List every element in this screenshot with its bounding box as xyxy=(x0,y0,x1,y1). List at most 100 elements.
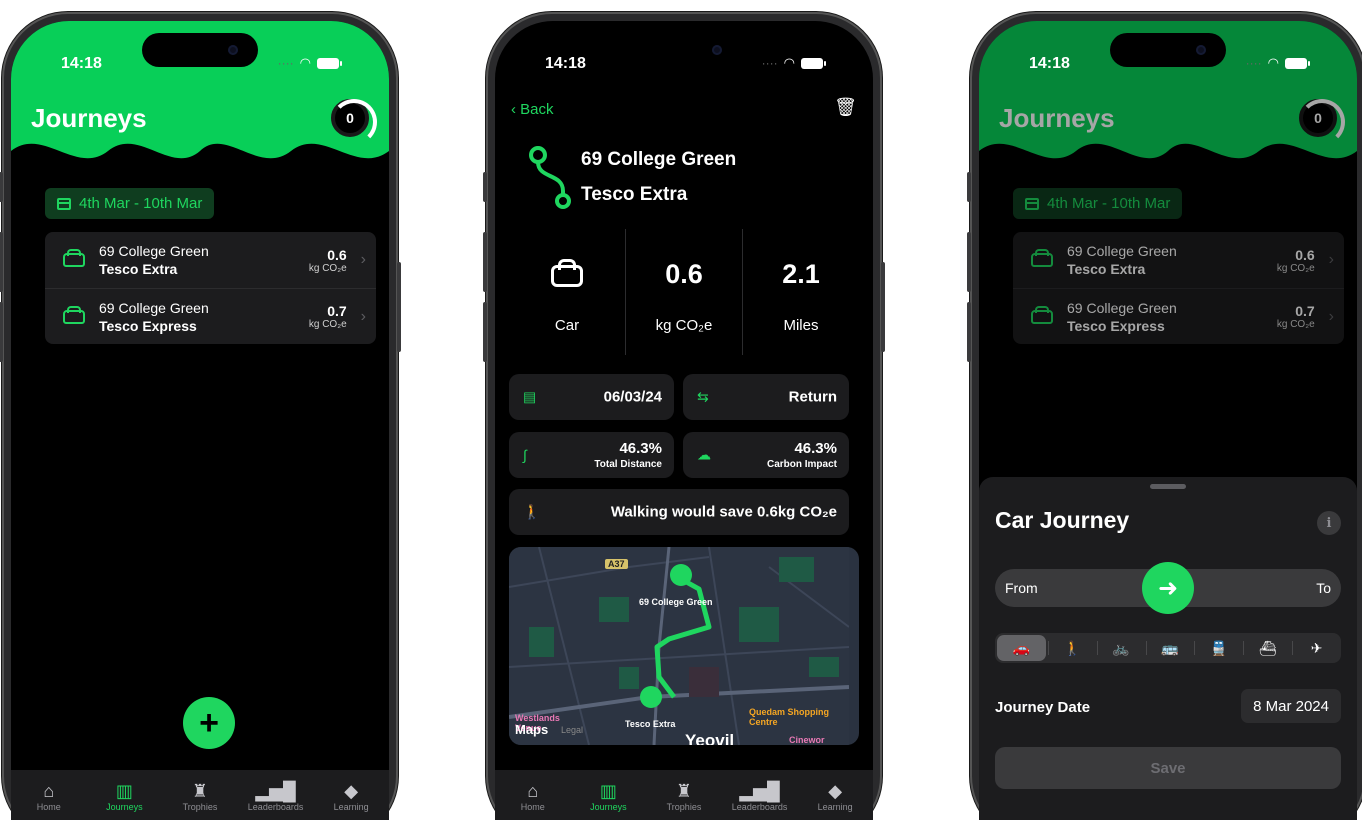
info-icon[interactable]: i xyxy=(1317,511,1341,535)
back-button[interactable]: ‹ Back xyxy=(511,101,554,118)
car-icon xyxy=(551,259,583,287)
status-time: 14:18 xyxy=(545,55,586,72)
swap-arrows-icon: ⇆ xyxy=(697,388,709,405)
walk-icon[interactable]: 🚶 xyxy=(1047,633,1097,663)
bike-icon[interactable]: 🚲 xyxy=(1096,633,1146,663)
journey-row[interactable]: 69 College Green Tesco Express 0.7 kg CO… xyxy=(45,288,376,344)
carbon-impact-label: Carbon Impact xyxy=(766,459,837,470)
score-value: 0 xyxy=(346,110,354,126)
date-card[interactable]: ▤ 06/03/24 xyxy=(509,374,674,420)
emission-unit: kg CO₂e xyxy=(655,317,713,334)
arrow-right-icon[interactable]: ➜ xyxy=(1142,562,1194,614)
walking-tip-card: 🚶 Walking would save 0.6kg CO₂e xyxy=(509,489,849,535)
tab-journeys[interactable]: ▥ Journeys xyxy=(575,780,641,820)
journey-date: 06/03/24 xyxy=(603,388,662,406)
calendar-icon xyxy=(57,197,71,210)
carbon-impact-card: ☁ 46.3% Carbon Impact xyxy=(683,432,849,478)
journey-row[interactable]: 69 College Green Tesco Extra 0.6 kg CO₂e… xyxy=(45,232,376,288)
journey-to: Tesco Express xyxy=(99,317,197,334)
tab-label: Trophies xyxy=(666,802,702,812)
from-field[interactable]: From xyxy=(1005,580,1038,596)
tab-trophies[interactable]: ♜ Trophies xyxy=(167,780,233,820)
to-field[interactable]: To xyxy=(1316,580,1331,596)
car-icon xyxy=(63,305,85,324)
tab-trophies[interactable]: ♜ Trophies xyxy=(651,780,717,820)
stats-row: Car 0.6 kg CO₂e 2.1 Miles xyxy=(509,229,859,355)
screen: 14:18 ···· ◠ Journeys 0 4th Mar - 10th Ma… xyxy=(11,21,389,820)
signal-icon: ···· xyxy=(761,56,778,70)
poi-label: Cinewor xyxy=(789,735,825,745)
car-icon[interactable]: 🚗 xyxy=(997,635,1046,661)
legal-link[interactable]: Legal xyxy=(561,725,583,735)
from-to-selector: From ➜ To xyxy=(995,562,1341,614)
map-icon: ▥ xyxy=(115,781,133,801)
route-to: Tesco Extra xyxy=(581,184,688,205)
score-ring[interactable]: 0 xyxy=(331,99,377,145)
screen: 14:18 ···· ◠ ‹ Back 🗑 69 College Green Te… xyxy=(495,21,873,820)
map-icon: ▥ xyxy=(599,781,617,801)
dynamic-island xyxy=(142,33,258,67)
status-time: 14:18 xyxy=(61,55,102,72)
tab-label: Leaderboards xyxy=(247,802,304,812)
total-distance-label: Total Distance xyxy=(594,459,662,470)
dynamic-island xyxy=(626,33,742,67)
back-label: Back xyxy=(520,101,554,118)
tab-home[interactable]: ⌂ Home xyxy=(16,780,82,820)
tab-label: Home xyxy=(520,802,545,812)
chevron-left-icon: ‹ xyxy=(511,101,521,118)
house-icon: ⌂ xyxy=(43,781,55,801)
journey-emission-unit: kg CO₂e xyxy=(308,262,347,274)
date-range-label: 4th Mar - 10th Mar xyxy=(79,195,203,212)
phone-journeys-list: 14:18 ···· ◠ Journeys 0 4th Mar - 10th Ma… xyxy=(0,12,401,820)
tab-bar: ⌂ Home ▥ Journeys ♜ Trophies ▂▅█ Leaderboard… xyxy=(11,770,389,820)
trophy-icon: ♜ xyxy=(191,781,209,801)
tab-learning[interactable]: ◆ Learning xyxy=(318,780,384,820)
carbon-impact-pct: 46.3% xyxy=(794,440,837,457)
route-map[interactable]: A37 69 College Green Tesco Extra Quedam … xyxy=(509,547,859,745)
ferry-icon[interactable]: ⛴ xyxy=(1243,633,1292,663)
tab-label: Leaderboards xyxy=(731,802,788,812)
dynamic-island xyxy=(1110,33,1226,67)
journey-emission: 0.6 xyxy=(327,246,347,263)
journey-from: 69 College Green xyxy=(99,243,209,259)
modal-backdrop[interactable] xyxy=(979,21,1357,477)
route-icon: ∫ xyxy=(523,447,527,463)
journey-date-picker[interactable]: 8 Mar 2024 xyxy=(1241,689,1341,723)
destination-label: Tesco Extra xyxy=(625,719,676,729)
route-icon xyxy=(529,146,571,209)
house-icon: ⌂ xyxy=(527,781,539,801)
chevron-right-icon: › xyxy=(360,307,366,325)
save-button[interactable]: Save xyxy=(995,747,1341,789)
tab-home[interactable]: ⌂ Home xyxy=(500,780,566,820)
total-distance-card: ∫ 46.3% Total Distance xyxy=(509,432,674,478)
journey-list: 69 College Green Tesco Extra 0.6 kg CO₂e… xyxy=(45,232,376,344)
bus-icon[interactable]: 🚌 xyxy=(1145,633,1195,663)
calendar-icon: ▤ xyxy=(523,388,537,405)
total-distance-pct: 46.3% xyxy=(619,440,662,457)
tab-label: Journeys xyxy=(106,802,143,812)
graduation-cap-icon: ◆ xyxy=(344,781,359,801)
wifi-icon: ◠ xyxy=(1267,55,1279,70)
return-card[interactable]: ⇆ Return xyxy=(683,374,849,420)
journey-date-label: Journey Date xyxy=(995,699,1091,716)
plane-icon[interactable]: ✈ xyxy=(1292,633,1341,663)
date-range-picker[interactable]: 4th Mar - 10th Mar xyxy=(45,188,215,219)
trash-icon[interactable]: 🗑 xyxy=(834,97,857,118)
sheet-grabber[interactable] xyxy=(1150,484,1186,489)
battery-icon xyxy=(317,57,342,69)
tab-label: Trophies xyxy=(182,802,218,812)
graduation-cap-icon: ◆ xyxy=(828,781,843,801)
tab-label: Learning xyxy=(817,802,853,812)
chevron-right-icon: › xyxy=(360,251,366,268)
stat-distance: 2.1 Miles xyxy=(742,229,859,355)
tab-label: Learning xyxy=(333,802,369,812)
tab-leaderboards[interactable]: ▂▅█ Leaderboards xyxy=(727,780,793,820)
add-journey-button[interactable]: + xyxy=(183,697,235,749)
screen: 14:18 ···· ◠ Journeys 0 4th Mar - 10th Ma… xyxy=(979,21,1357,820)
tab-learning[interactable]: ◆ Learning xyxy=(802,780,868,820)
train-icon[interactable]: 🚆 xyxy=(1194,633,1243,663)
tab-leaderboards[interactable]: ▂▅█ Leaderboards xyxy=(243,780,309,820)
maps-logo: Maps xyxy=(515,722,548,737)
tab-label: Journeys xyxy=(590,802,627,812)
tab-journeys[interactable]: ▥ Journeys xyxy=(91,780,157,820)
